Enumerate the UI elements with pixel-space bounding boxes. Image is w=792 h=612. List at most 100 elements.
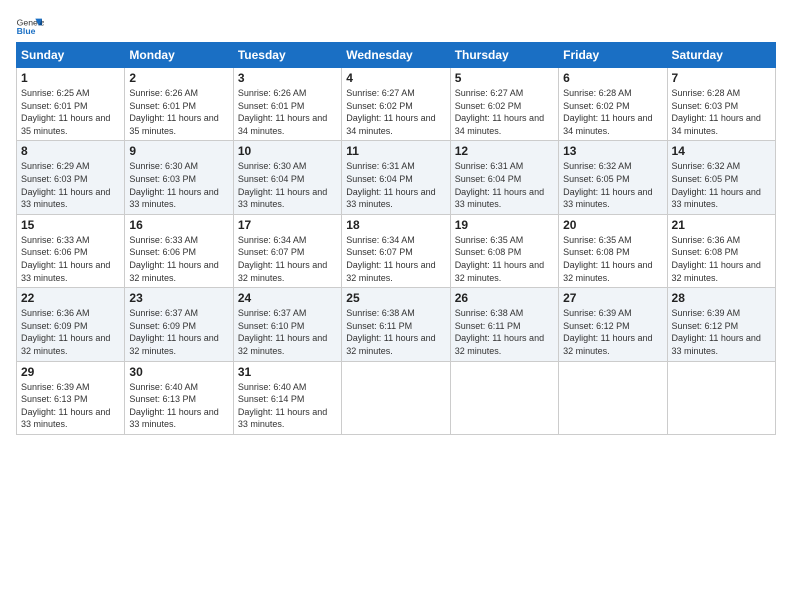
sunrise-label: Sunrise: 6:36 AM (672, 235, 741, 245)
sunrise-label: Sunrise: 6:33 AM (129, 235, 198, 245)
daylight-label: Daylight: 11 hours and 32 minutes. (238, 333, 327, 356)
day-number: 10 (238, 144, 337, 158)
sunrise-label: Sunrise: 6:26 AM (238, 88, 307, 98)
sunrise-label: Sunrise: 6:32 AM (672, 161, 741, 171)
daylight-label: Daylight: 11 hours and 33 minutes. (563, 187, 652, 210)
day-number: 6 (563, 71, 662, 85)
day-info: Sunrise: 6:38 AM Sunset: 6:11 PM Dayligh… (346, 307, 445, 357)
day-number: 18 (346, 218, 445, 232)
calendar-cell: 8 Sunrise: 6:29 AM Sunset: 6:03 PM Dayli… (17, 141, 125, 214)
sunrise-label: Sunrise: 6:39 AM (563, 308, 632, 318)
calendar-cell: 11 Sunrise: 6:31 AM Sunset: 6:04 PM Dayl… (342, 141, 450, 214)
sunrise-label: Sunrise: 6:34 AM (346, 235, 415, 245)
sunset-label: Sunset: 6:14 PM (238, 394, 305, 404)
calendar-cell: 17 Sunrise: 6:34 AM Sunset: 6:07 PM Dayl… (233, 214, 341, 287)
day-info: Sunrise: 6:28 AM Sunset: 6:03 PM Dayligh… (672, 87, 771, 137)
daylight-label: Daylight: 11 hours and 35 minutes. (129, 113, 218, 136)
sunset-label: Sunset: 6:02 PM (455, 101, 522, 111)
calendar-cell (342, 361, 450, 434)
daylight-label: Daylight: 11 hours and 33 minutes. (129, 407, 218, 430)
day-number: 20 (563, 218, 662, 232)
calendar-cell: 30 Sunrise: 6:40 AM Sunset: 6:13 PM Dayl… (125, 361, 233, 434)
sunrise-label: Sunrise: 6:38 AM (346, 308, 415, 318)
day-info: Sunrise: 6:32 AM Sunset: 6:05 PM Dayligh… (672, 160, 771, 210)
day-number: 21 (672, 218, 771, 232)
sunset-label: Sunset: 6:05 PM (672, 174, 739, 184)
calendar-cell: 20 Sunrise: 6:35 AM Sunset: 6:08 PM Dayl… (559, 214, 667, 287)
day-info: Sunrise: 6:29 AM Sunset: 6:03 PM Dayligh… (21, 160, 120, 210)
sunrise-label: Sunrise: 6:29 AM (21, 161, 90, 171)
svg-text:Blue: Blue (17, 26, 36, 36)
calendar-cell (559, 361, 667, 434)
sunrise-label: Sunrise: 6:31 AM (346, 161, 415, 171)
day-info: Sunrise: 6:39 AM Sunset: 6:13 PM Dayligh… (21, 381, 120, 431)
calendar-cell: 1 Sunrise: 6:25 AM Sunset: 6:01 PM Dayli… (17, 68, 125, 141)
calendar-cell: 19 Sunrise: 6:35 AM Sunset: 6:08 PM Dayl… (450, 214, 558, 287)
calendar-cell: 25 Sunrise: 6:38 AM Sunset: 6:11 PM Dayl… (342, 288, 450, 361)
day-info: Sunrise: 6:26 AM Sunset: 6:01 PM Dayligh… (129, 87, 228, 137)
daylight-label: Daylight: 11 hours and 33 minutes. (455, 187, 544, 210)
calendar-cell: 5 Sunrise: 6:27 AM Sunset: 6:02 PM Dayli… (450, 68, 558, 141)
sunset-label: Sunset: 6:12 PM (563, 321, 630, 331)
logo-icon: General Blue (16, 16, 44, 36)
sunrise-label: Sunrise: 6:33 AM (21, 235, 90, 245)
day-info: Sunrise: 6:33 AM Sunset: 6:06 PM Dayligh… (129, 234, 228, 284)
calendar-cell: 7 Sunrise: 6:28 AM Sunset: 6:03 PM Dayli… (667, 68, 775, 141)
sunrise-label: Sunrise: 6:28 AM (672, 88, 741, 98)
daylight-label: Daylight: 11 hours and 32 minutes. (129, 333, 218, 356)
sunset-label: Sunset: 6:11 PM (455, 321, 521, 331)
calendar-cell (667, 361, 775, 434)
day-number: 7 (672, 71, 771, 85)
calendar-week-5: 29 Sunrise: 6:39 AM Sunset: 6:13 PM Dayl… (17, 361, 776, 434)
sunset-label: Sunset: 6:08 PM (563, 247, 630, 257)
day-info: Sunrise: 6:31 AM Sunset: 6:04 PM Dayligh… (346, 160, 445, 210)
logo: General Blue (16, 16, 44, 36)
calendar-cell: 13 Sunrise: 6:32 AM Sunset: 6:05 PM Dayl… (559, 141, 667, 214)
day-info: Sunrise: 6:30 AM Sunset: 6:03 PM Dayligh… (129, 160, 228, 210)
daylight-label: Daylight: 11 hours and 35 minutes. (21, 113, 110, 136)
daylight-label: Daylight: 11 hours and 33 minutes. (672, 187, 761, 210)
sunset-label: Sunset: 6:04 PM (455, 174, 522, 184)
daylight-label: Daylight: 11 hours and 33 minutes. (21, 407, 110, 430)
daylight-label: Daylight: 11 hours and 32 minutes. (455, 260, 544, 283)
day-number: 8 (21, 144, 120, 158)
day-number: 22 (21, 291, 120, 305)
calendar-cell: 6 Sunrise: 6:28 AM Sunset: 6:02 PM Dayli… (559, 68, 667, 141)
column-header-saturday: Saturday (667, 43, 775, 68)
page-header: General Blue (16, 16, 776, 36)
day-number: 3 (238, 71, 337, 85)
day-info: Sunrise: 6:26 AM Sunset: 6:01 PM Dayligh… (238, 87, 337, 137)
daylight-label: Daylight: 11 hours and 33 minutes. (346, 187, 435, 210)
daylight-label: Daylight: 11 hours and 32 minutes. (563, 260, 652, 283)
daylight-label: Daylight: 11 hours and 33 minutes. (129, 187, 218, 210)
calendar-cell: 28 Sunrise: 6:39 AM Sunset: 6:12 PM Dayl… (667, 288, 775, 361)
sunset-label: Sunset: 6:04 PM (238, 174, 305, 184)
calendar-week-3: 15 Sunrise: 6:33 AM Sunset: 6:06 PM Dayl… (17, 214, 776, 287)
column-header-friday: Friday (559, 43, 667, 68)
sunrise-label: Sunrise: 6:39 AM (21, 382, 90, 392)
sunrise-label: Sunrise: 6:38 AM (455, 308, 524, 318)
sunset-label: Sunset: 6:09 PM (129, 321, 196, 331)
sunset-label: Sunset: 6:01 PM (129, 101, 196, 111)
daylight-label: Daylight: 11 hours and 33 minutes. (672, 333, 761, 356)
calendar-cell: 23 Sunrise: 6:37 AM Sunset: 6:09 PM Dayl… (125, 288, 233, 361)
sunset-label: Sunset: 6:01 PM (21, 101, 88, 111)
daylight-label: Daylight: 11 hours and 32 minutes. (346, 260, 435, 283)
day-info: Sunrise: 6:27 AM Sunset: 6:02 PM Dayligh… (455, 87, 554, 137)
calendar-cell: 12 Sunrise: 6:31 AM Sunset: 6:04 PM Dayl… (450, 141, 558, 214)
day-number: 16 (129, 218, 228, 232)
day-info: Sunrise: 6:39 AM Sunset: 6:12 PM Dayligh… (563, 307, 662, 357)
day-info: Sunrise: 6:32 AM Sunset: 6:05 PM Dayligh… (563, 160, 662, 210)
day-number: 27 (563, 291, 662, 305)
sunset-label: Sunset: 6:04 PM (346, 174, 413, 184)
day-number: 15 (21, 218, 120, 232)
sunset-label: Sunset: 6:12 PM (672, 321, 739, 331)
calendar-cell: 3 Sunrise: 6:26 AM Sunset: 6:01 PM Dayli… (233, 68, 341, 141)
sunrise-label: Sunrise: 6:39 AM (672, 308, 741, 318)
day-info: Sunrise: 6:40 AM Sunset: 6:14 PM Dayligh… (238, 381, 337, 431)
calendar-table: SundayMondayTuesdayWednesdayThursdayFrid… (16, 42, 776, 435)
day-info: Sunrise: 6:25 AM Sunset: 6:01 PM Dayligh… (21, 87, 120, 137)
day-number: 31 (238, 365, 337, 379)
calendar-cell: 2 Sunrise: 6:26 AM Sunset: 6:01 PM Dayli… (125, 68, 233, 141)
daylight-label: Daylight: 11 hours and 32 minutes. (563, 333, 652, 356)
